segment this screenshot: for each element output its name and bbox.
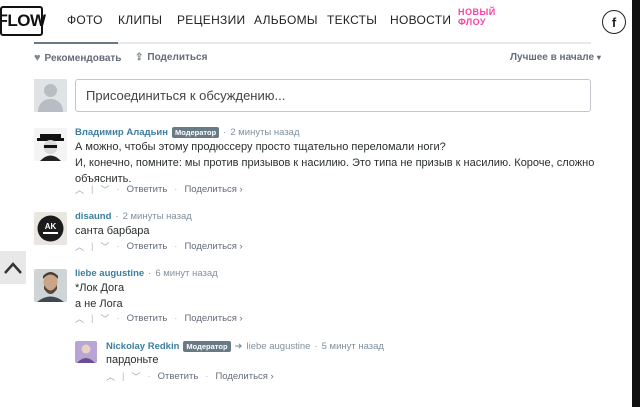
share-label: Поделиться xyxy=(147,52,208,63)
reply-link[interactable]: Ответить xyxy=(127,313,168,324)
nav-reviews[interactable]: РЕЦЕНЗИИ xyxy=(177,13,245,27)
comment-author-line: disaund · 2 минуты назад xyxy=(75,211,192,222)
comment-line: пардоньте xyxy=(106,354,159,366)
reply-arrow-icon: ➜ xyxy=(234,341,243,352)
comment-line: санта барбара xyxy=(75,225,150,237)
comment-line: И, конечно, помните: мы против призывов … xyxy=(75,157,595,169)
comment-actions: ︿ | ﹀ · Ответить · Поделиться › xyxy=(75,240,243,253)
site-logo[interactable]: FLOW xyxy=(0,6,46,36)
comment-line: *Лок Дога xyxy=(75,282,125,294)
chevron-up-icon xyxy=(4,261,22,274)
reply-link[interactable]: Ответить xyxy=(127,241,168,252)
downvote-icon[interactable]: ﹀ xyxy=(100,183,109,196)
reply-link[interactable]: Ответить xyxy=(158,371,199,382)
avatar[interactable] xyxy=(34,128,67,161)
nav-lyrics[interactable]: ТЕКСТЫ xyxy=(327,13,377,27)
upvote-icon[interactable]: ︿ xyxy=(106,370,115,383)
comment-body: пардоньте xyxy=(106,352,158,368)
comment-actions: ︿ | ﹀ · Ответить · Поделиться › xyxy=(75,183,243,196)
downvote-icon[interactable]: ﹀ xyxy=(100,312,109,325)
share-link[interactable]: Поделиться › xyxy=(184,313,242,324)
downvote-icon[interactable]: ﹀ xyxy=(100,240,109,253)
avatar[interactable] xyxy=(34,269,67,302)
comment-time[interactable]: 6 минут назад xyxy=(155,268,217,279)
comment-actions: ︿ | ﹀ · Ответить · Поделиться › xyxy=(75,312,243,325)
comment-author[interactable]: liebe augustine xyxy=(75,268,144,279)
guest-avatar xyxy=(34,79,67,112)
right-edge-bar xyxy=(632,0,640,407)
share-link[interactable]: Поделиться › xyxy=(215,371,273,382)
share-icon: ⇪ xyxy=(135,52,144,63)
comment-time[interactable]: 5 минут назад xyxy=(322,341,384,352)
comment-body: А можно, чтобы этому продюссеру просто т… xyxy=(75,139,594,187)
recommend-button[interactable]: ♥ Рекомендовать xyxy=(34,52,121,64)
comment-line: а не Лога xyxy=(75,298,123,310)
comment-author-line: Nickolay Redkin Модератор ➜ liebe august… xyxy=(106,341,384,352)
sort-dropdown[interactable]: Лучшее в начале ▾ xyxy=(510,52,601,63)
share-link[interactable]: Поделиться › xyxy=(184,241,242,252)
comment-line: А можно, чтобы этому продюссеру просто т… xyxy=(75,141,446,153)
dot-separator: · xyxy=(314,341,318,352)
recommend-label: Рекомендовать xyxy=(44,52,122,64)
nav-new-flow-line2: ФЛОУ xyxy=(458,17,487,27)
reply-link[interactable]: Ответить xyxy=(127,184,168,195)
facebook-icon[interactable]: f xyxy=(602,10,626,34)
share-link[interactable]: Поделиться › xyxy=(184,184,242,195)
top-navigation: FLOW ФОТО КЛИПЫ РЕЦЕНЗИИ АЛЬБОМЫ ТЕКСТЫ … xyxy=(0,0,640,42)
upvote-icon[interactable]: ︿ xyxy=(75,240,84,253)
heart-icon: ♥ xyxy=(34,52,41,64)
reply-to-author[interactable]: liebe augustine xyxy=(247,341,311,352)
nav-new-flow[interactable]: НОВЫЙ ФЛОУ xyxy=(458,7,496,27)
dot-separator: · xyxy=(148,268,152,279)
svg-text:AK: AK xyxy=(45,222,57,231)
share-thread-button[interactable]: ⇪ Поделиться xyxy=(135,52,207,63)
comment-time[interactable]: 2 минуты назад xyxy=(230,127,299,138)
nav-clips[interactable]: КЛИПЫ xyxy=(118,13,162,27)
dot-separator: · xyxy=(223,127,227,138)
comment-author[interactable]: Владимир Аладьин xyxy=(75,127,168,138)
comment-body: *Лок Дога а не Лога xyxy=(75,280,124,312)
avatar[interactable]: AK xyxy=(34,212,67,245)
join-discussion-input[interactable]: Присоединиться к обсуждению... xyxy=(75,79,591,112)
comment-author-line: liebe augustine · 6 минут назад xyxy=(75,268,218,279)
comment-actions: ︿ | ﹀ · Ответить · Поделиться › xyxy=(106,370,274,383)
sort-label: Лучшее в начале xyxy=(510,52,595,63)
moderator-badge: Модератор xyxy=(172,127,220,138)
comment-author[interactable]: Nickolay Redkin xyxy=(106,341,179,352)
dot-separator: · xyxy=(115,211,119,222)
upvote-icon[interactable]: ︿ xyxy=(75,312,84,325)
nav-news[interactable]: НОВОСТИ xyxy=(390,13,451,27)
chevron-down-icon: ▾ xyxy=(596,53,601,62)
downvote-icon[interactable]: ﹀ xyxy=(131,370,140,383)
scroll-top-button[interactable] xyxy=(0,251,26,284)
nav-new-flow-line1: НОВЫЙ xyxy=(458,7,496,17)
comment-time[interactable]: 2 минуты назад xyxy=(123,211,192,222)
avatar[interactable] xyxy=(75,341,97,363)
nav-photo[interactable]: ФОТО xyxy=(67,13,103,27)
comment-author-line: Владимир Аладьин Модератор · 2 минуты на… xyxy=(75,127,300,138)
tab-active-indicator xyxy=(34,42,118,44)
nav-albums[interactable]: АЛЬБОМЫ xyxy=(254,13,318,27)
moderator-badge: Модератор xyxy=(183,341,231,352)
comment-body: санта барбара xyxy=(75,223,149,239)
comment-author[interactable]: disaund xyxy=(75,211,111,222)
upvote-icon[interactable]: ︿ xyxy=(75,183,84,196)
